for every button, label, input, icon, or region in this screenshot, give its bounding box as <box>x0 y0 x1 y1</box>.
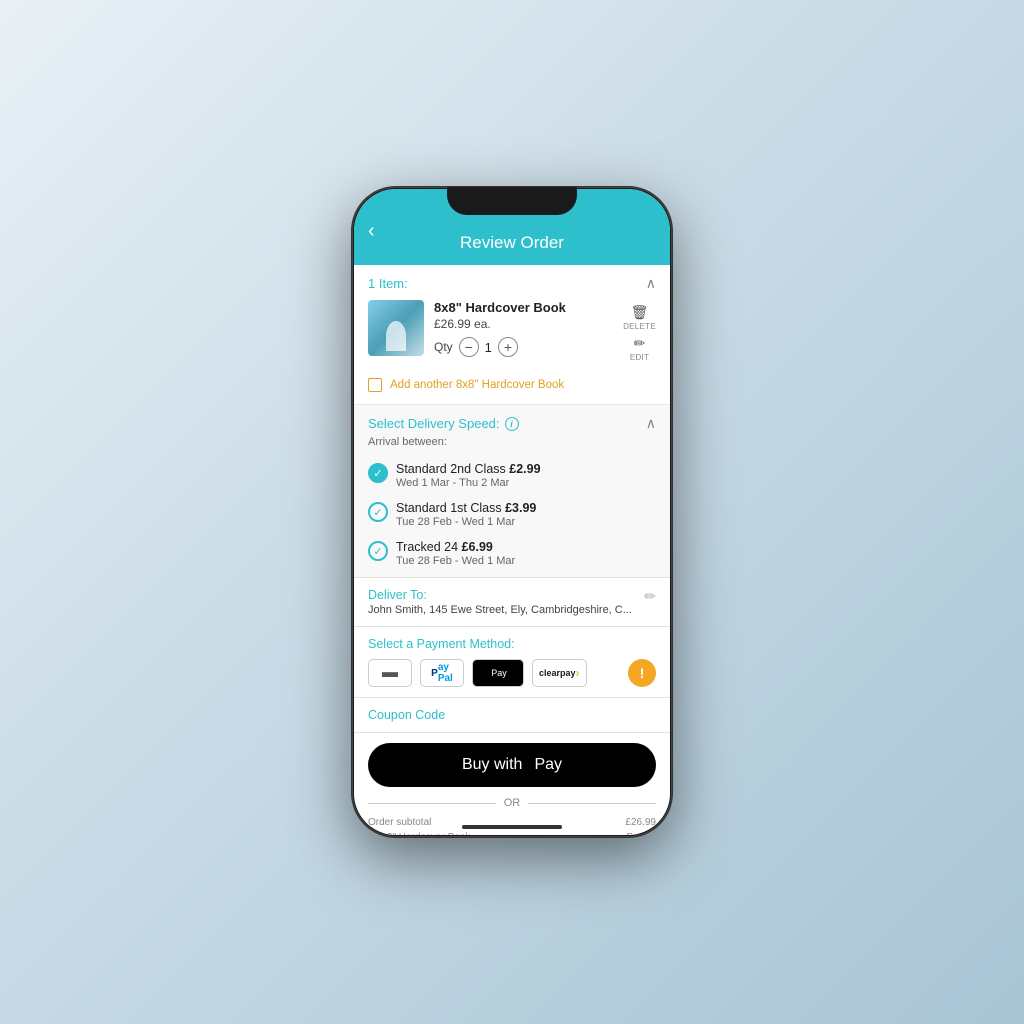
item-name: 8x8" Hardcover Book <box>434 300 613 315</box>
scene: ‹ Review Order 1 Item: ∧ <box>352 187 672 837</box>
delivery-option-3-date: Tue 28 Feb - Wed 1 Mar <box>396 555 656 567</box>
item-image-figure <box>386 321 406 351</box>
or-divider: OR <box>354 793 670 813</box>
applepay-label: Pay <box>491 668 507 678</box>
delivery-option-2[interactable]: ✓ Standard 1st Class £3.99 Tue 28 Feb - … <box>354 495 670 534</box>
qty-decrease-button[interactable]: − <box>459 337 479 357</box>
paypal-logo: P <box>431 668 438 679</box>
order-summary-price1: £26.99 <box>625 817 656 828</box>
delivery-title-row: Select Delivery Speed: i <box>368 416 519 431</box>
add-another-checkbox[interactable] <box>368 378 382 392</box>
delivery-header: Select Delivery Speed: i ∧ <box>354 405 670 436</box>
order-summary-price2: Prod... <box>627 832 656 835</box>
home-indicator <box>462 825 562 829</box>
radio-check-icon-3: ✓ <box>373 545 382 558</box>
delivery-option-2-name: Standard 1st Class £3.99 <box>396 501 656 515</box>
delivery-section-title: Select Delivery Speed: <box>368 416 500 431</box>
delivery-section: Select Delivery Speed: i ∧ Arrival betwe… <box>354 405 670 578</box>
clearpay-payment-option[interactable]: clearpay › <box>532 659 587 687</box>
radio-check-icon: ✓ <box>373 467 382 480</box>
delivery-radio-1[interactable]: ✓ <box>368 463 388 483</box>
delivery-option-3[interactable]: ✓ Tracked 24 £6.99 Tue 28 Feb - Wed 1 Ma… <box>354 534 670 577</box>
order-summary-row-2: 1 8x8" Hardcover Book Prod... <box>354 828 670 835</box>
delete-icon: 🗑 <box>631 304 649 321</box>
or-text: OR <box>504 797 521 809</box>
exclamation-icon: ! <box>640 665 645 681</box>
delivery-option-1[interactable]: ✓ Standard 2nd Class £2.99 Wed 1 Mar - T… <box>354 456 670 495</box>
deliver-to-title: Deliver To: <box>368 588 644 602</box>
payment-methods: ▬ PayPal Pay clearpay <box>368 659 656 687</box>
paypal-payment-option[interactable]: PayPal <box>420 659 464 687</box>
delivery-radio-2[interactable]: ✓ <box>368 502 388 522</box>
order-summary-line1: Order subtotal <box>368 817 431 828</box>
delivery-option-3-name: Tracked 24 £6.99 <box>396 540 656 554</box>
order-section: 1 Item: ∧ 8x8" Hardcover Book £26.99 ea.… <box>354 265 670 405</box>
delivery-option-1-date: Wed 1 Mar - Thu 2 Mar <box>396 477 656 489</box>
payment-section: Select a Payment Method: ▬ PayPal <box>354 627 670 698</box>
edit-button[interactable]: ✏ EDIT <box>630 335 649 362</box>
delivery-chevron-icon[interactable]: ∧ <box>646 415 656 432</box>
payment-title: Select a Payment Method: <box>368 637 656 651</box>
info-icon[interactable]: i <box>505 417 519 431</box>
order-section-header: 1 Item: ∧ <box>354 265 670 300</box>
back-button[interactable]: ‹ <box>368 220 375 243</box>
delivery-option-3-content: Tracked 24 £6.99 Tue 28 Feb - Wed 1 Mar <box>396 540 656 567</box>
order-item: 8x8" Hardcover Book £26.99 ea. Qty − 1 + <box>354 300 670 372</box>
qty-label: Qty <box>434 340 453 354</box>
coupon-label: Coupon Code <box>368 708 445 722</box>
phone-screen: ‹ Review Order 1 Item: ∧ <box>354 189 670 835</box>
deliver-to-content: Deliver To: John Smith, 145 Ewe Street, … <box>368 588 644 616</box>
add-another-label: Add another 8x8" Hardcover Book <box>390 379 564 391</box>
order-section-title: 1 Item: <box>368 276 408 291</box>
delete-button[interactable]: 🗑 DELETE <box>623 304 656 331</box>
add-another-row[interactable]: Add another 8x8" Hardcover Book <box>354 372 670 404</box>
deliver-to-section: Deliver To: John Smith, 145 Ewe Street, … <box>354 578 670 627</box>
order-chevron-icon[interactable]: ∧ <box>646 275 656 292</box>
delete-label: DELETE <box>623 322 656 331</box>
delivery-option-1-name: Standard 2nd Class £2.99 <box>396 462 656 476</box>
delivery-option-1-content: Standard 2nd Class £2.99 Wed 1 Mar - Thu… <box>396 462 656 489</box>
card-icon: ▬ <box>382 664 398 682</box>
phone-device: ‹ Review Order 1 Item: ∧ <box>352 187 672 837</box>
item-thumbnail <box>368 300 424 356</box>
apple-pay-pay-text: Pay <box>534 756 562 774</box>
address-edit-icon[interactable]: ✏ <box>644 588 656 605</box>
or-line-right <box>528 803 656 804</box>
qty-value: 1 <box>485 340 492 355</box>
delivery-option-2-date: Tue 28 Feb - Wed 1 Mar <box>396 516 656 528</box>
screen-content[interactable]: 1 Item: ∧ 8x8" Hardcover Book £26.99 ea.… <box>354 265 670 835</box>
item-price: £26.99 ea. <box>434 317 613 331</box>
item-details: 8x8" Hardcover Book £26.99 ea. Qty − 1 + <box>434 300 613 357</box>
qty-increase-button[interactable]: + <box>498 337 518 357</box>
order-summary-line2: 1 8x8" Hardcover Book <box>368 832 471 835</box>
edit-label: EDIT <box>630 353 649 362</box>
edit-icon: ✏ <box>634 335 646 352</box>
applepay-payment-option[interactable]: Pay <box>472 659 524 687</box>
coupon-section: Coupon Code <box>354 698 670 733</box>
apple-pay-buy-text: Buy with <box>462 756 522 774</box>
card-payment-option[interactable]: ▬ <box>368 659 412 687</box>
or-line-left <box>368 803 496 804</box>
page-title: Review Order <box>370 225 654 253</box>
phone-notch <box>447 187 577 215</box>
delivery-option-2-content: Standard 1st Class £3.99 Tue 28 Feb - We… <box>396 501 656 528</box>
arrival-text: Arrival between: <box>354 436 670 456</box>
quantity-row: Qty − 1 + <box>434 337 613 357</box>
paypal-logo-2: ayPal <box>438 662 453 684</box>
deliver-to-address: John Smith, 145 Ewe Street, Ely, Cambrid… <box>368 604 644 616</box>
payment-warning-icon[interactable]: ! <box>628 659 656 687</box>
clearpay-arrow-icon: › <box>576 666 580 680</box>
item-actions: 🗑 DELETE ✏ EDIT <box>623 300 656 362</box>
apple-pay-button[interactable]: Buy with Pay <box>368 743 656 787</box>
delivery-radio-3[interactable]: ✓ <box>368 541 388 561</box>
radio-check-icon-2: ✓ <box>373 506 382 519</box>
clearpay-label: clearpay <box>539 668 576 678</box>
